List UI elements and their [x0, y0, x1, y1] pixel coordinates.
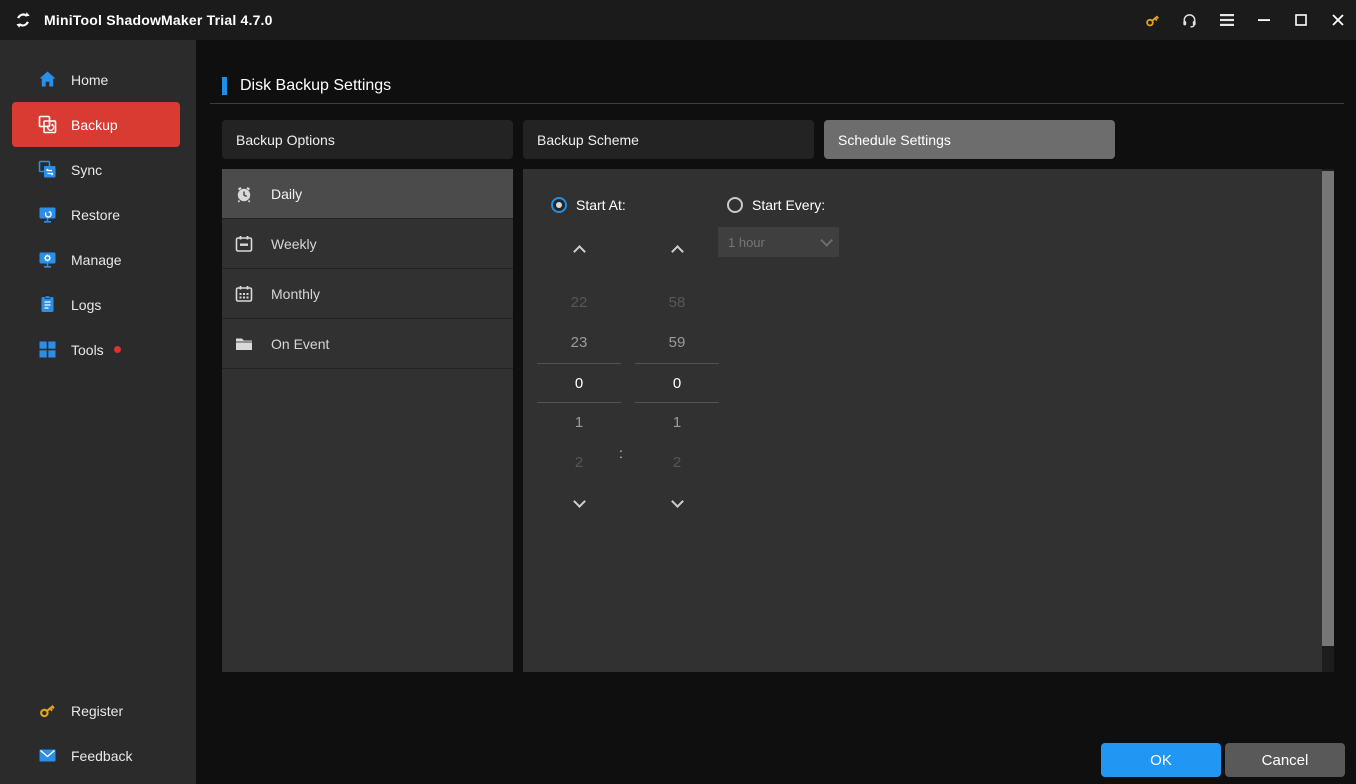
minute-up-icon[interactable]	[670, 245, 684, 258]
schedule-item-label: On Event	[271, 335, 330, 352]
page-title: Disk Backup Settings	[240, 77, 392, 94]
minimize-icon[interactable]	[1245, 0, 1282, 40]
manage-icon	[38, 250, 57, 269]
start-at-label: Start At:	[576, 197, 626, 213]
hour-value-selected[interactable]: 0	[537, 363, 621, 403]
support-headset-icon[interactable]	[1171, 0, 1208, 40]
hour-up-icon[interactable]	[572, 245, 586, 258]
sidebar-item-sync[interactable]: Sync	[0, 147, 196, 192]
scrollbar-thumb[interactable]	[1322, 171, 1334, 646]
envelope-icon	[38, 746, 57, 765]
chevron-down-icon	[820, 233, 833, 247]
start-every-label: Start Every:	[752, 197, 826, 213]
license-key-icon[interactable]	[1134, 0, 1171, 40]
sync-icon	[38, 160, 57, 179]
panel-scrollbar[interactable]	[1322, 169, 1334, 672]
window-title: MiniTool ShadowMaker Trial 4.7.0	[44, 12, 273, 28]
schedule-item-label: Weekly	[271, 235, 317, 252]
sidebar-item-restore[interactable]: Restore	[0, 192, 196, 237]
ok-button[interactable]: OK	[1101, 743, 1221, 777]
minute-value[interactable]: 58	[635, 283, 719, 323]
start-every-radio-group[interactable]: Start Every:	[727, 197, 825, 213]
tools-notification-dot	[113, 346, 121, 353]
sidebar-item-label: Home	[71, 71, 109, 88]
tab-label: Backup Scheme	[537, 131, 639, 148]
sidebar-item-tools[interactable]: Tools	[0, 327, 196, 372]
tab-backup-scheme[interactable]: Backup Scheme	[523, 120, 814, 159]
home-icon	[38, 70, 57, 89]
app-logo-icon	[12, 9, 34, 31]
minute-spinner: 58 59 0 1 2	[635, 243, 719, 511]
minute-down-icon[interactable]	[670, 495, 684, 508]
tools-icon	[38, 340, 57, 359]
sidebar-item-feedback[interactable]: Feedback	[0, 733, 196, 778]
schedule-item-label: Daily	[271, 185, 303, 202]
start-at-radio-group[interactable]: Start At:	[551, 197, 626, 213]
schedule-item-label: Monthly	[271, 285, 321, 302]
time-separator: :	[619, 445, 623, 461]
sidebar-item-label: Backup	[71, 116, 118, 133]
page-header: Disk Backup Settings	[222, 77, 391, 95]
close-icon[interactable]	[1319, 0, 1356, 40]
app-window: MiniTool ShadowMaker Trial 4.7.0 Home Ba…	[0, 0, 1356, 784]
hour-value[interactable]: 22	[537, 283, 621, 323]
minute-value-selected[interactable]: 0	[635, 363, 719, 403]
schedule-item-daily[interactable]: Daily	[222, 169, 513, 219]
cancel-button[interactable]: Cancel	[1225, 743, 1345, 777]
schedule-item-monthly[interactable]: Monthly	[222, 269, 513, 319]
maximize-icon[interactable]	[1282, 0, 1319, 40]
hour-down-icon[interactable]	[572, 495, 586, 508]
minute-value[interactable]: 59	[635, 323, 719, 363]
sidebar-item-label: Restore	[71, 206, 121, 223]
settings-tabs: Backup Options Backup Scheme Schedule Se…	[222, 120, 1125, 159]
daily-schedule-panel: Start At: Start Every: 1 hour 22 23 0 1 …	[523, 169, 1334, 672]
folder-icon	[234, 334, 254, 354]
interval-dropdown[interactable]: 1 hour	[718, 227, 839, 257]
sidebar-item-home[interactable]: Home	[0, 57, 196, 102]
start-every-radio[interactable]	[727, 197, 743, 213]
sidebar-item-label: Register	[71, 702, 124, 719]
backup-icon	[38, 115, 57, 134]
sidebar-item-backup[interactable]: Backup	[12, 102, 180, 147]
sidebar: Home Backup Sync Restore Manage Logs Too…	[0, 40, 196, 784]
sidebar-item-label: Tools	[71, 341, 104, 358]
main-content: Disk Backup Settings Backup Options Back…	[196, 40, 1356, 784]
hour-value[interactable]: 23	[537, 323, 621, 363]
schedule-item-weekly[interactable]: Weekly	[222, 219, 513, 269]
tab-backup-options[interactable]: Backup Options	[222, 120, 513, 159]
sidebar-item-label: Manage	[71, 251, 122, 268]
minute-value[interactable]: 2	[635, 443, 719, 483]
sidebar-item-manage[interactable]: Manage	[0, 237, 196, 282]
titlebar: MiniTool ShadowMaker Trial 4.7.0	[0, 0, 1356, 40]
start-at-radio[interactable]	[551, 197, 567, 213]
restore-icon	[38, 205, 57, 224]
sidebar-item-register[interactable]: Register	[0, 688, 196, 733]
dialog-buttons: OK Cancel	[1101, 743, 1345, 777]
alarm-clock-icon	[234, 184, 254, 204]
minute-value[interactable]: 1	[635, 403, 719, 443]
register-key-icon	[38, 701, 57, 720]
schedule-item-on-event[interactable]: On Event	[222, 319, 513, 369]
menu-icon[interactable]	[1208, 0, 1245, 40]
accent-bar	[222, 77, 227, 95]
sidebar-item-logs[interactable]: Logs	[0, 282, 196, 327]
calendar-month-icon	[234, 284, 254, 304]
sidebar-bottom: Register Feedback	[0, 688, 196, 778]
sidebar-item-label: Feedback	[71, 747, 133, 764]
interval-value: 1 hour	[728, 234, 765, 250]
header-divider	[210, 103, 1344, 104]
minute-values: 58 59 0 1 2	[635, 283, 719, 483]
tab-label: Backup Options	[236, 131, 335, 148]
calendar-week-icon	[234, 234, 254, 254]
sidebar-item-label: Sync	[71, 161, 103, 178]
tab-schedule-settings[interactable]: Schedule Settings	[824, 120, 1115, 159]
tab-label: Schedule Settings	[838, 131, 951, 148]
schedule-type-list: Daily Weekly Monthly On Event	[222, 169, 513, 672]
logs-icon	[38, 295, 57, 314]
sidebar-item-label: Logs	[71, 296, 102, 313]
